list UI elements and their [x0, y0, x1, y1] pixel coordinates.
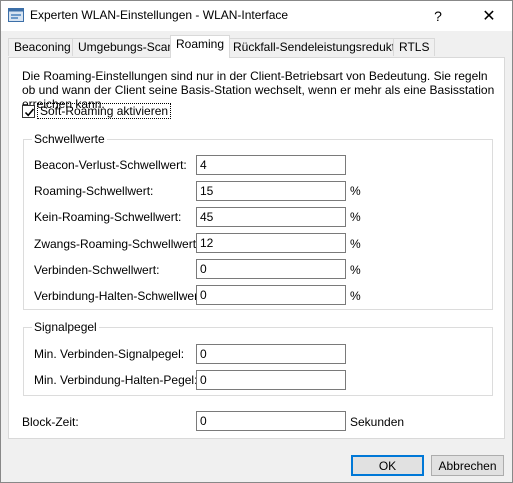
- zwangs-roaming-schwellwert-unit: %: [350, 237, 361, 251]
- tab-rueckfall-sendeleistungsreduktion[interactable]: Rückfall-Sendeleistungsreduktion: [227, 38, 418, 56]
- block-zeit-input[interactable]: 0: [196, 411, 346, 431]
- verbinden-schwellwert-unit: %: [350, 263, 361, 277]
- dialog-window: Experten WLAN-Einstellungen - WLAN-Inter…: [0, 0, 513, 483]
- roaming-schwellwert-input[interactable]: 15: [196, 181, 346, 201]
- checkmark-icon: [24, 108, 35, 117]
- soft-roaming-checkbox[interactable]: [22, 105, 35, 118]
- verbinden-schwellwert-input[interactable]: 0: [196, 259, 346, 279]
- roaming-schwellwert-unit: %: [350, 184, 361, 198]
- beacon-verlust-schwellwert-label: Beacon-Verlust-Schwellwert:: [34, 158, 187, 172]
- signalpegel-group-title: Signalpegel: [32, 320, 99, 334]
- soft-roaming-label[interactable]: Soft-Roaming aktivieren: [37, 103, 172, 119]
- title-bar: Experten WLAN-Einstellungen - WLAN-Inter…: [1, 1, 512, 31]
- window-title: Experten WLAN-Einstellungen - WLAN-Inter…: [30, 8, 289, 22]
- min-verbindung-halten-pegel-input[interactable]: 0: [196, 370, 346, 390]
- min-verbindung-halten-pegel-label: Min. Verbindung-Halten-Pegel:: [34, 373, 198, 387]
- verbindung-halten-schwellwert-label: Verbindung-Halten-Schwellwert:: [34, 289, 205, 303]
- tab-beaconing[interactable]: Beaconing: [8, 38, 77, 56]
- tab-rtls[interactable]: RTLS: [393, 38, 436, 56]
- min-verbinden-signalpegel-label: Min. Verbinden-Signalpegel:: [34, 347, 185, 361]
- tab-umgebungs-scan[interactable]: Umgebungs-Scan: [72, 38, 181, 56]
- schwellwerte-group-title: Schwellwerte: [32, 132, 107, 146]
- kein-roaming-schwellwert-label: Kein-Roaming-Schwellwert:: [34, 210, 182, 224]
- min-verbinden-signalpegel-input[interactable]: 0: [196, 344, 346, 364]
- close-button[interactable]: ✕: [466, 1, 512, 31]
- verbinden-schwellwert-label: Verbinden-Schwellwert:: [34, 263, 160, 277]
- beacon-verlust-schwellwert-input[interactable]: 4: [196, 155, 346, 175]
- block-zeit-unit: Sekunden: [350, 415, 405, 429]
- zwangs-roaming-schwellwert-input[interactable]: 12: [196, 233, 346, 253]
- tab-roaming[interactable]: Roaming: [170, 35, 231, 58]
- app-icon: [8, 8, 24, 22]
- verbindung-halten-schwellwert-input[interactable]: 0: [196, 285, 346, 305]
- block-zeit-label: Block-Zeit:: [22, 415, 79, 429]
- kein-roaming-schwellwert-unit: %: [350, 210, 361, 224]
- help-button[interactable]: ?: [415, 1, 461, 31]
- verbindung-halten-schwellwert-unit: %: [350, 289, 361, 303]
- ok-button[interactable]: OK: [351, 455, 424, 476]
- zwangs-roaming-schwellwert-label: Zwangs-Roaming-Schwellwert:: [34, 237, 200, 251]
- cancel-button[interactable]: Abbrechen: [431, 455, 504, 476]
- roaming-schwellwert-label: Roaming-Schwellwert:: [34, 184, 154, 198]
- kein-roaming-schwellwert-input[interactable]: 45: [196, 207, 346, 227]
